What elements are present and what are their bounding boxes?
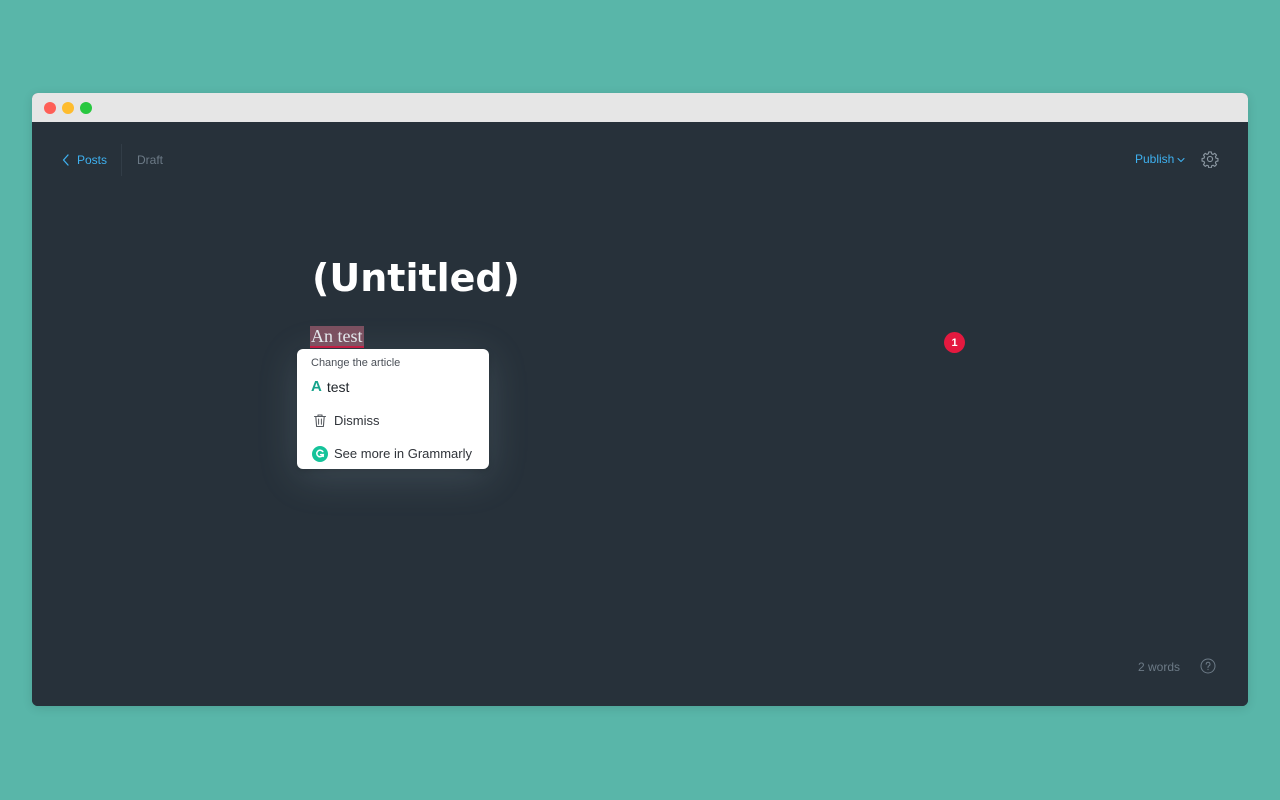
back-to-posts-link[interactable]: Posts bbox=[62, 150, 107, 170]
suggested-word: test bbox=[326, 378, 350, 395]
chevron-left-icon bbox=[62, 154, 69, 166]
post-status: Draft bbox=[137, 153, 164, 167]
trash-icon bbox=[311, 412, 328, 429]
close-window-button[interactable] bbox=[44, 102, 56, 114]
dismiss-label: Dismiss bbox=[334, 413, 380, 428]
chevron-down-icon bbox=[1177, 157, 1185, 162]
post-body[interactable]: An test bbox=[310, 326, 364, 348]
publish-menu-button[interactable]: Publish bbox=[1135, 152, 1185, 166]
post-editor: Posts Draft Publish (Untitled) An test 1… bbox=[32, 122, 1248, 706]
maximize-window-button[interactable] bbox=[80, 102, 92, 114]
publish-label: Publish bbox=[1135, 152, 1175, 166]
see-more-label: See more in Grammarly bbox=[334, 446, 472, 461]
minimize-window-button[interactable] bbox=[62, 102, 74, 114]
app-window: Posts Draft Publish (Untitled) An test 1… bbox=[32, 93, 1248, 706]
dismiss-button[interactable]: Dismiss bbox=[311, 412, 380, 429]
nav-divider bbox=[121, 144, 122, 176]
window-titlebar bbox=[32, 93, 1248, 122]
suggestion-hint: Change the article bbox=[311, 357, 401, 369]
grammarly-logo-icon bbox=[311, 445, 328, 462]
grammarly-suggestion-popover: Change the article A test Dismiss See mo… bbox=[297, 349, 489, 469]
help-circle-icon[interactable] bbox=[1200, 658, 1216, 674]
grammarly-issue-count-badge[interactable]: 1 bbox=[944, 332, 965, 353]
see-more-in-grammarly-button[interactable]: See more in Grammarly bbox=[311, 445, 472, 462]
grammar-error-highlight[interactable]: An test bbox=[310, 326, 364, 348]
suggested-article: A bbox=[311, 378, 322, 395]
gear-icon[interactable] bbox=[1201, 150, 1219, 168]
back-link-label: Posts bbox=[77, 153, 108, 167]
word-count: 2 words bbox=[1138, 660, 1181, 674]
post-title[interactable]: (Untitled) bbox=[312, 256, 520, 300]
accept-suggestion-button[interactable]: A test bbox=[311, 378, 349, 395]
